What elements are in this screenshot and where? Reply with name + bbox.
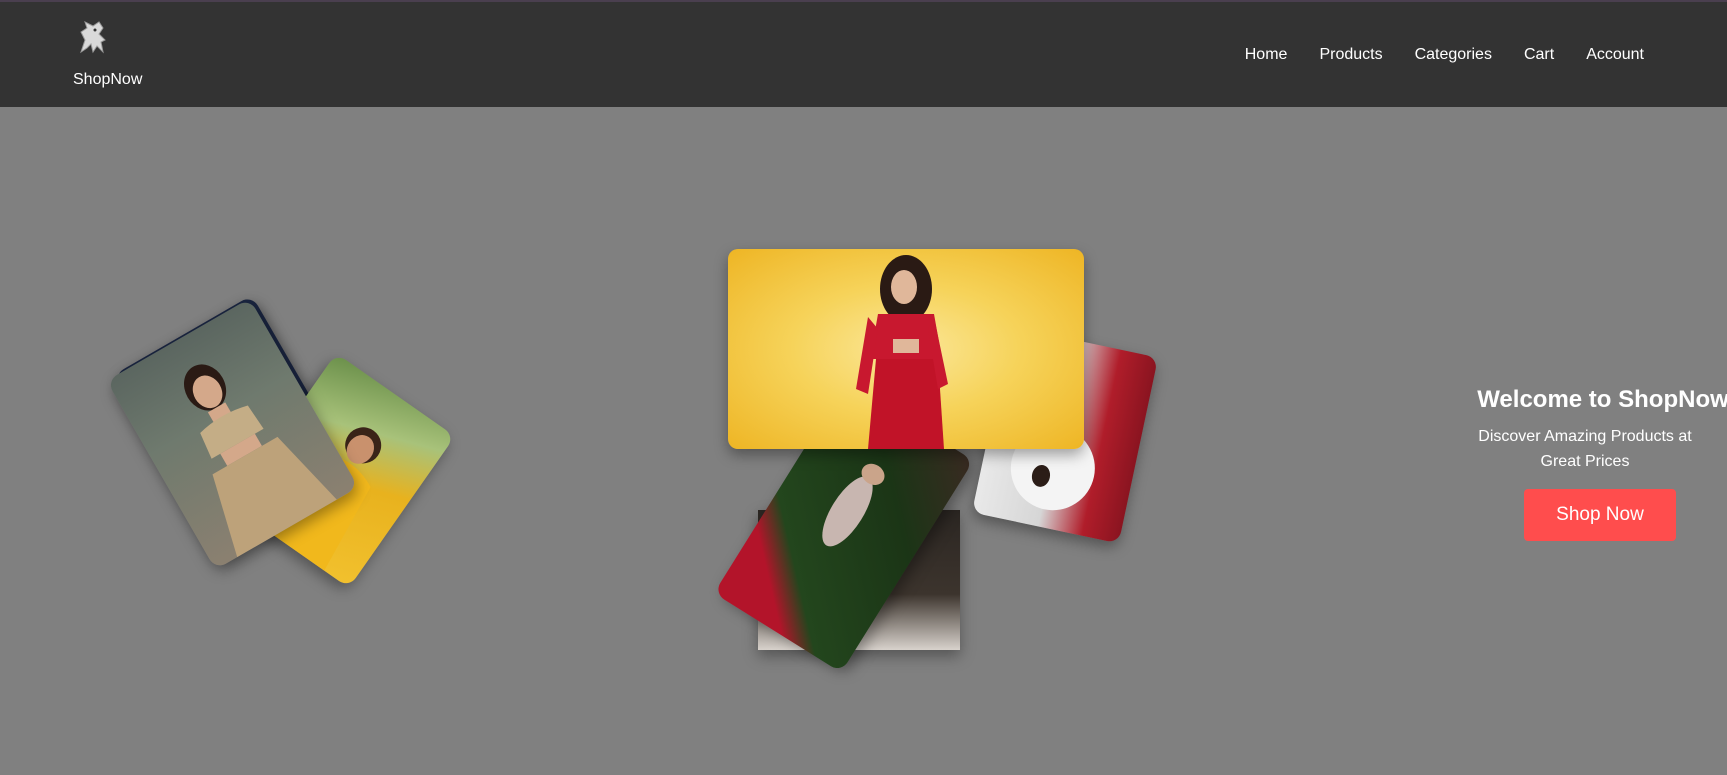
main-nav: Home Products Categories Cart Account	[1245, 46, 1644, 64]
hero-title: Welcome to ShopNow	[1477, 386, 1727, 413]
nav-categories[interactable]: Categories	[1415, 46, 1492, 64]
nav-cart[interactable]: Cart	[1524, 46, 1554, 64]
brand-name[interactable]: ShopNow	[73, 71, 142, 89]
product-card-featured[interactable]	[728, 249, 1084, 449]
nav-home[interactable]: Home	[1245, 46, 1288, 64]
hero-subtitle: Discover Amazing Products at Great Price…	[1478, 428, 1692, 470]
nav-account[interactable]: Account	[1586, 46, 1644, 64]
hero-text: Welcome to ShopNow Discover Amazing Prod…	[1468, 386, 1727, 474]
shop-now-button[interactable]: Shop Now	[1524, 489, 1676, 541]
lion-logo-icon[interactable]	[73, 18, 113, 58]
nav-products[interactable]: Products	[1319, 46, 1382, 64]
site-header: ShopNow Home Products Categories Cart Ac…	[0, 2, 1727, 107]
